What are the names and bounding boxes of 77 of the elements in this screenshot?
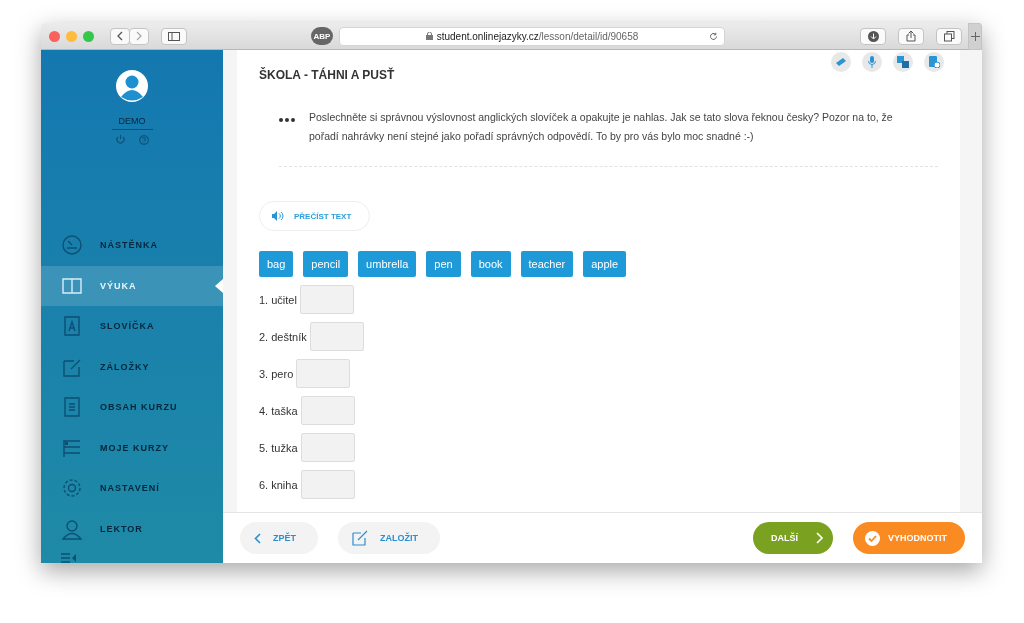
- nav-item[interactable]: OBSAH KURZU: [41, 387, 223, 428]
- minimize-icon[interactable]: [66, 30, 77, 42]
- answer-label: 2. deštník: [259, 330, 307, 343]
- drop-field[interactable]: [300, 396, 355, 425]
- answer-label: 3. pero: [259, 367, 294, 380]
- zoom-icon[interactable]: [83, 30, 94, 42]
- word-chip[interactable]: umbrella: [358, 251, 417, 277]
- translate-icon: [897, 56, 909, 68]
- word-chip[interactable]: teacher: [520, 251, 574, 277]
- nav-item[interactable]: MOJE KURZY: [41, 427, 223, 468]
- lesson-title: ŠKOLA - TÁHNI A PUSŤ: [259, 68, 396, 82]
- edit-icon: [352, 530, 368, 546]
- next-button[interactable]: DALŠÍ: [753, 522, 833, 554]
- download-icon: [867, 30, 879, 42]
- word-chip[interactable]: bag: [259, 251, 294, 277]
- microphone-button[interactable]: [862, 52, 882, 72]
- nav-item[interactable]: VÝUKA: [41, 265, 223, 306]
- nav-icon: [61, 477, 83, 500]
- word-chip[interactable]: book: [470, 251, 511, 277]
- address-field[interactable]: student.onlinejazyky.cz/lesson/detail/id/90658: [339, 26, 725, 46]
- plus-icon: [970, 31, 980, 41]
- close-icon[interactable]: [49, 30, 60, 42]
- nav-item[interactable]: ZÁLOŽKY: [41, 346, 223, 387]
- drop-field[interactable]: [296, 359, 351, 388]
- word-chip[interactable]: pen: [426, 251, 461, 277]
- book-add-button[interactable]: [924, 52, 944, 72]
- evaluate-button[interactable]: VYHODNOTIT: [853, 522, 965, 554]
- nav-icon: [61, 234, 83, 257]
- reload-icon[interactable]: [709, 31, 718, 41]
- drop-field[interactable]: [309, 322, 364, 351]
- share-button[interactable]: [898, 27, 924, 45]
- bookmark-button[interactable]: ZALOŽIT: [338, 522, 440, 554]
- lock-icon: [425, 32, 433, 40]
- word-chip[interactable]: pencil: [303, 251, 349, 277]
- nav-item[interactable]: SLOVÍČKA: [41, 306, 223, 347]
- answer-label: 5. tužka: [259, 441, 298, 454]
- drop-field[interactable]: [300, 470, 355, 499]
- drop-field[interactable]: [299, 285, 354, 314]
- nav-icon: [61, 396, 83, 419]
- share-icon: [906, 30, 916, 42]
- new-tab-button[interactable]: [968, 23, 982, 50]
- tabs-button[interactable]: [936, 27, 962, 45]
- chevron-right-icon: [135, 31, 143, 41]
- check-icon: [865, 530, 880, 546]
- user-name: DEMO: [111, 116, 153, 130]
- chevron-left-icon: [116, 31, 124, 41]
- power-icon[interactable]: [115, 135, 125, 145]
- help-icon[interactable]: [138, 135, 149, 145]
- answer-label: 4. taška: [259, 404, 298, 417]
- microphone-icon: [868, 56, 876, 68]
- word-chip[interactable]: apple: [583, 251, 627, 277]
- forward-button[interactable]: [129, 27, 149, 45]
- back-button[interactable]: [110, 27, 130, 45]
- more-icon[interactable]: [279, 118, 295, 122]
- download-button[interactable]: [860, 27, 886, 45]
- nav-item[interactable]: LEKTOR: [41, 508, 223, 549]
- instruction-text: Poslechněte si správnou výslovnost anglických slovíček a opakujte je nahlas. Jak se tato slova řeknou česky? Pozor na to, že pořadí nahrávky není stejné jako pořadí správných odpovědí. To by pro vás bylo moc snadné :-): [309, 110, 894, 144]
- collapse-icon[interactable]: [61, 553, 77, 563]
- nav-icon: [61, 517, 83, 540]
- tabs-icon: [943, 30, 955, 42]
- speaker-icon: [272, 211, 284, 221]
- read-text-button[interactable]: PŘEČÍST TEXT: [259, 201, 371, 231]
- answer-label: 1. učitel: [259, 293, 297, 306]
- chevron-left-icon: [254, 532, 261, 544]
- chevron-right-icon: [816, 532, 823, 544]
- translate-button[interactable]: [893, 52, 913, 72]
- keyboard-button[interactable]: [831, 52, 851, 72]
- drop-field[interactable]: [300, 433, 355, 462]
- back-button[interactable]: ZPĚT: [240, 522, 318, 554]
- nav-icon: [61, 315, 83, 338]
- sidebar-button[interactable]: [161, 27, 187, 45]
- nav-item[interactable]: NÁSTĚNKA: [41, 225, 223, 266]
- avatar-icon[interactable]: [116, 70, 148, 102]
- sidebar-icon: [168, 31, 180, 41]
- answer-label: 6. kniha: [259, 478, 298, 491]
- adblock-button[interactable]: ABP: [311, 27, 333, 45]
- nav-item[interactable]: NASTAVENÍ: [41, 468, 223, 509]
